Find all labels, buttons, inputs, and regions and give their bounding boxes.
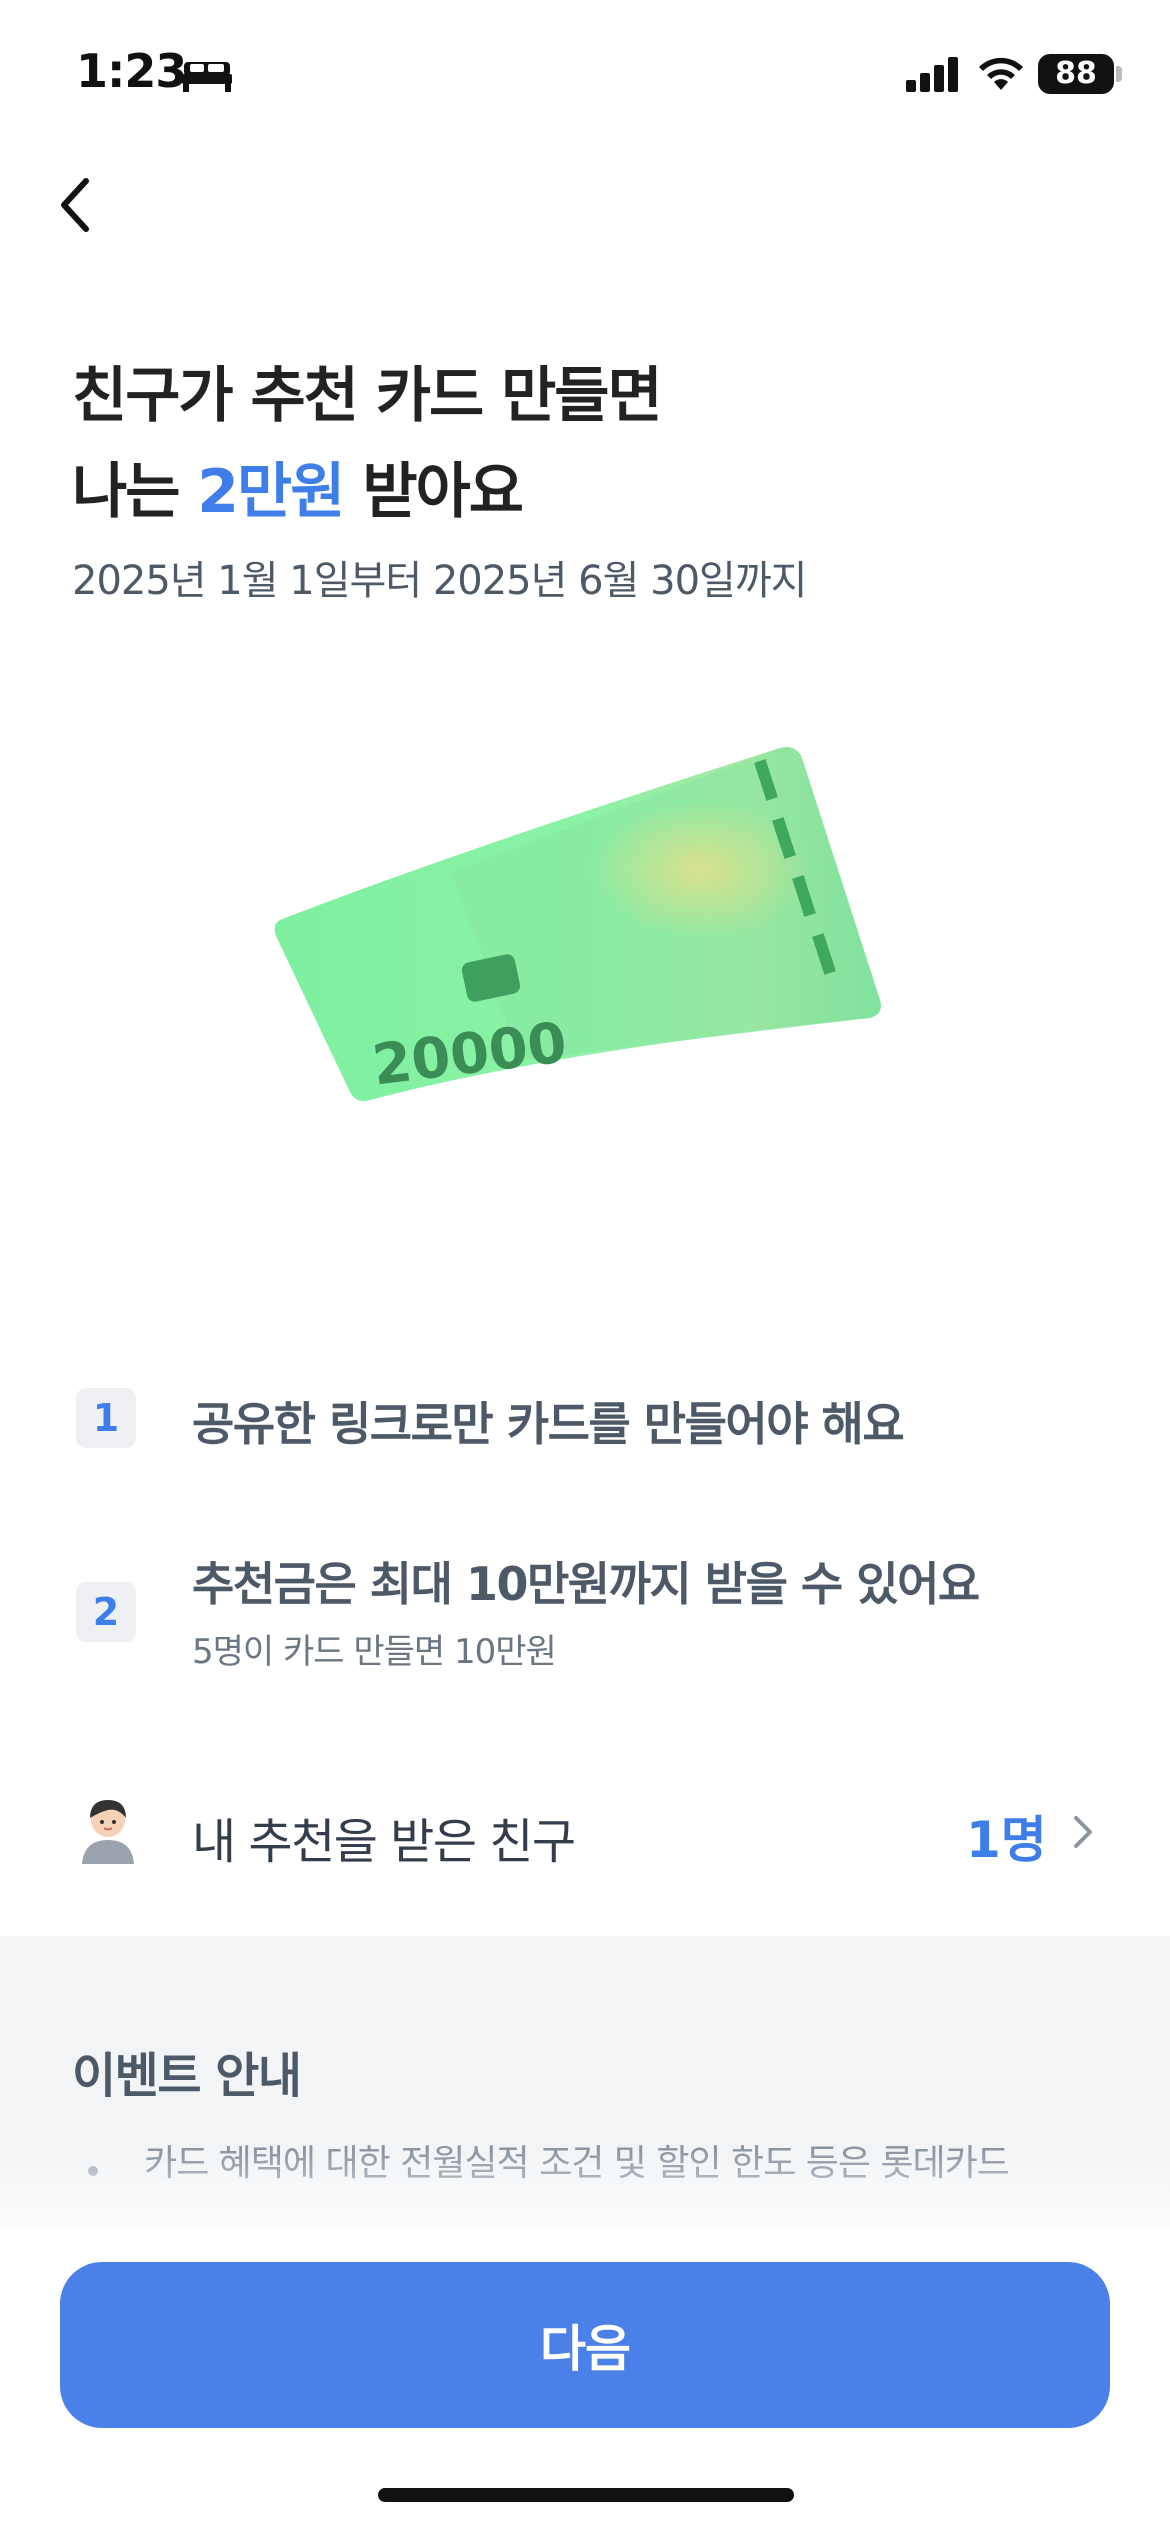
- rule-number-badge: 2: [76, 1582, 136, 1642]
- person-avatar-icon: [82, 1800, 134, 1864]
- signal-icon: [906, 57, 958, 92]
- chevron-right-icon: [1074, 1816, 1092, 1848]
- battery-level: 88: [1055, 56, 1097, 91]
- battery-icon: 88: [1038, 54, 1114, 94]
- title-suffix: 받아요: [343, 457, 524, 527]
- chevron-left-icon: [61, 178, 89, 232]
- rule-subtitle: 5명이 카드 만들면 10만원: [192, 1632, 557, 1672]
- reward-amount: 2만원: [197, 457, 345, 527]
- event-period: 2025년 1월 1일부터 2025년 6월 30일까지: [72, 558, 807, 604]
- rule-title: 추천금은 최대 10만원까지 받을 수 있어요: [192, 1557, 980, 1611]
- battery-nub: [1116, 66, 1122, 82]
- wifi-icon: [979, 57, 1023, 90]
- next-button[interactable]: 다음: [60, 2262, 1110, 2428]
- title-line-2: 나는 2만원 받아요: [72, 444, 661, 540]
- page-title: 친구가 추천 카드 만들면 나는 2만원 받아요: [72, 348, 663, 540]
- event-info-title: 이벤트 안내: [72, 2048, 302, 2104]
- referred-friends-label: 내 추천을 받은 친구: [192, 1814, 576, 1870]
- rule-title: 공유한 링크로만 카드를 만들어야 해요: [192, 1397, 905, 1451]
- status-time: 1:23: [76, 44, 187, 98]
- rule-number-badge: 1: [76, 1388, 136, 1448]
- referred-friends-count: 1명: [966, 1811, 1047, 1869]
- back-button[interactable]: [46, 170, 106, 240]
- title-line-1: 친구가 추천 카드 만들면: [72, 361, 663, 431]
- home-indicator[interactable]: [378, 2488, 794, 2502]
- title-prefix: 나는: [72, 457, 198, 527]
- bed-icon: [182, 62, 232, 92]
- referred-friends-row[interactable]: 내 추천을 받은 친구 1명: [0, 1760, 1170, 1900]
- status-bar: 1:23 88: [0, 0, 1170, 150]
- green-card-illustration: 20000: [274, 747, 881, 1101]
